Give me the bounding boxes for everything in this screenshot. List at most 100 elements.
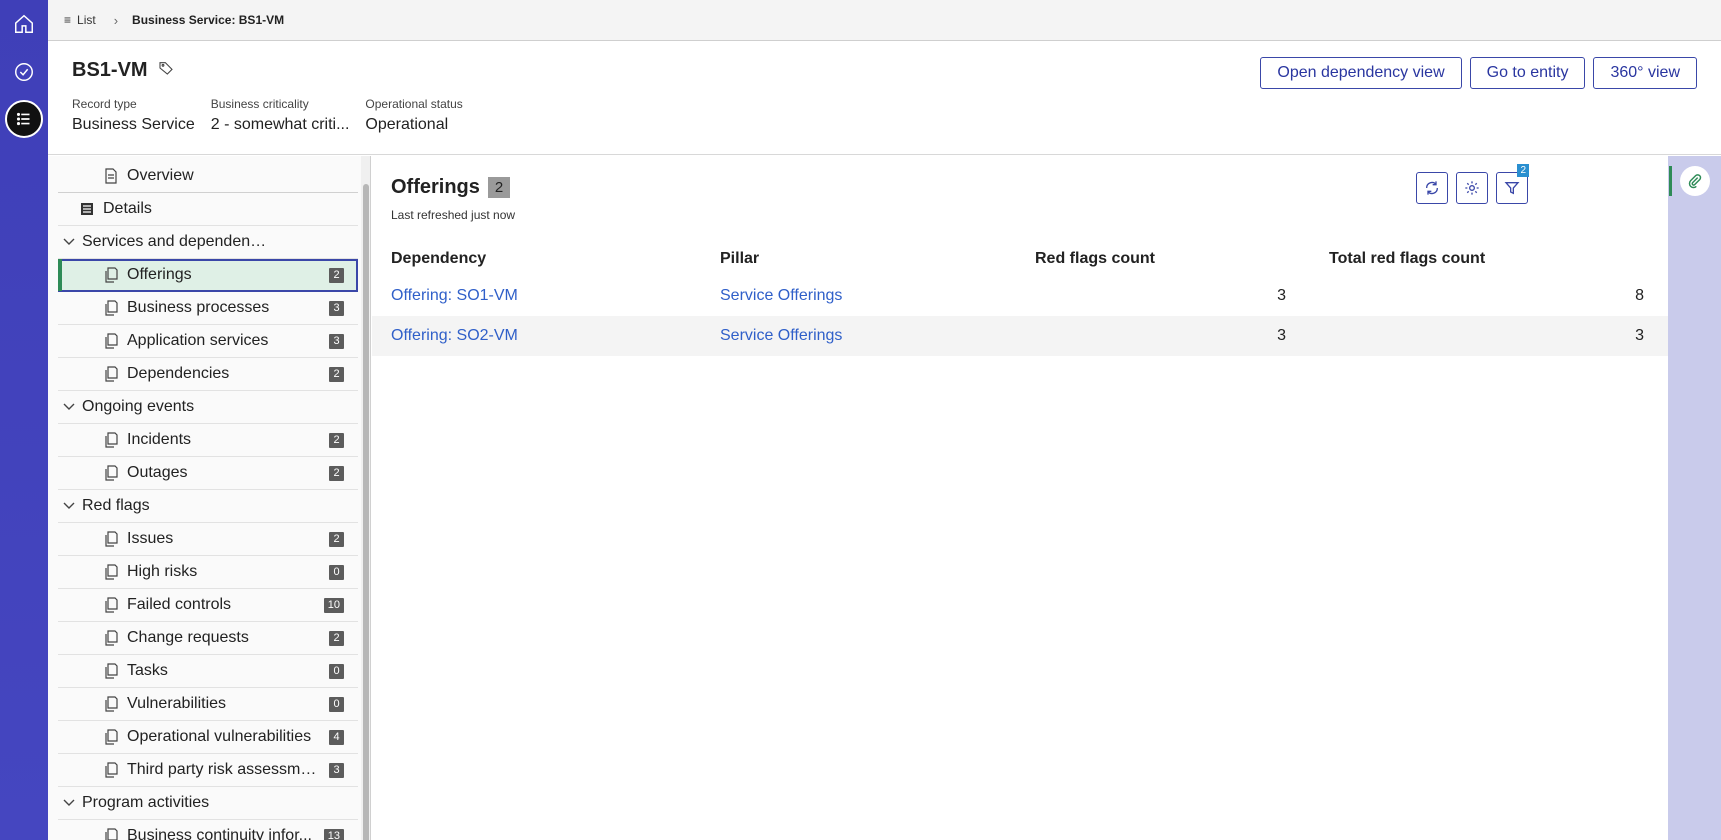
document-icon	[105, 168, 117, 184]
sidebar-item-label: Application services	[127, 332, 269, 349]
count-badge: 3	[329, 763, 344, 778]
check-circle-icon	[15, 63, 33, 81]
count-badge: 0	[329, 697, 344, 712]
refresh-icon	[1425, 181, 1439, 195]
record-fields: Record type Business Service Business cr…	[72, 97, 463, 134]
filter-button[interactable]: 2	[1496, 164, 1529, 204]
last-refreshed-text: Last refreshed just now	[391, 208, 516, 222]
sidebar-item-high-risks[interactable]: High risks 0	[58, 556, 358, 589]
sidebar-item-label: Third party risk assessments	[127, 761, 317, 778]
count-badge: 0	[329, 664, 344, 679]
sidebar-item-label: Tasks	[127, 662, 168, 679]
sidebar-item-details[interactable]: Details	[58, 193, 358, 226]
copy-document-icon	[105, 630, 118, 646]
breadcrumb-current: Business Service: BS1-VM	[132, 13, 285, 27]
sidebar-item-dependencies[interactable]: Dependencies 2	[58, 358, 358, 391]
count-badge: 2	[329, 466, 344, 481]
pillar-link[interactable]: Service Offerings	[720, 327, 842, 344]
sidebar: Overview Details Services and dependenci…	[48, 156, 371, 840]
sidebar-group-program-activities[interactable]: Program activities	[58, 787, 358, 820]
attachments-button[interactable]	[1680, 166, 1710, 196]
copy-document-icon	[105, 828, 118, 840]
sidebar-item-label: Outages	[127, 464, 188, 481]
copy-document-icon	[105, 762, 118, 778]
copy-document-icon	[105, 267, 118, 283]
sidebar-item-outages[interactable]: Outages 2	[58, 457, 358, 490]
field-record-type: Record type Business Service	[72, 97, 195, 133]
sidebar-item-operational-vulnerabilities[interactable]: Operational vulnerabilities 4	[58, 721, 358, 754]
sidebar-group-services-and-dependencies[interactable]: Services and dependencies	[58, 226, 358, 259]
hamburger-icon: ≡	[64, 13, 72, 27]
sidebar-item-vulnerabilities[interactable]: Vulnerabilities 0	[58, 688, 358, 721]
copy-document-icon	[105, 432, 118, 448]
breadcrumb-list-link[interactable]: ≡ List	[64, 13, 96, 27]
chevron-down-icon	[58, 234, 80, 250]
sidebar-item-change-requests[interactable]: Change requests 2	[58, 622, 358, 655]
gear-icon	[1465, 181, 1479, 195]
table-row[interactable]: Offering: SO2-VM Service Offerings 3 3	[372, 316, 1668, 356]
sidebar-item-third-party-risk-assessments[interactable]: Third party risk assessments 3	[58, 754, 358, 787]
list-button[interactable]	[5, 100, 43, 138]
count-badge: 2	[329, 433, 344, 448]
chevron-down-icon	[58, 399, 80, 415]
sidebar-group-ongoing-events[interactable]: Ongoing events	[58, 391, 358, 424]
copy-document-icon	[105, 333, 118, 349]
sidebar-item-failed-controls[interactable]: Failed controls 10	[58, 589, 358, 622]
view-360-button[interactable]: 360° view	[1593, 57, 1697, 89]
sidebar-group-red-flags[interactable]: Red flags	[58, 490, 358, 523]
copy-document-icon	[105, 564, 118, 580]
go-to-entity-button[interactable]: Go to entity	[1469, 57, 1586, 89]
total-red-flags-count-cell: 3	[1635, 327, 1644, 344]
sidebar-item-incidents[interactable]: Incidents 2	[58, 424, 358, 457]
sidebar-item-label: Issues	[127, 530, 174, 547]
home-icon	[15, 14, 33, 33]
copy-document-icon	[105, 663, 118, 679]
sidebar-item-label: Business continuity infor...	[127, 827, 312, 840]
dependency-link[interactable]: Offering: SO1-VM	[391, 287, 518, 304]
sidebar-item-overview[interactable]: Overview	[58, 160, 358, 193]
count-badge: 0	[329, 565, 344, 580]
count-badge: 4	[329, 730, 344, 745]
settings-button[interactable]	[1456, 172, 1488, 204]
refresh-button[interactable]	[1416, 172, 1448, 204]
tag-icon[interactable]	[158, 60, 174, 81]
column-header-pillar[interactable]: Pillar	[701, 242, 1016, 276]
copy-document-icon	[105, 696, 118, 712]
count-badge: 2	[329, 367, 344, 382]
panel-title: Offerings	[391, 176, 480, 198]
copy-document-icon	[105, 597, 118, 613]
sidebar-item-label: Business processes	[127, 299, 270, 316]
sidebar-item-label: Vulnerabilities	[127, 695, 227, 712]
red-flags-count-cell: 3	[1277, 327, 1286, 344]
home-button[interactable]	[5, 5, 43, 43]
sidebar-scrollbar-thumb[interactable]	[363, 184, 369, 840]
sidebar-item-offerings[interactable]: Offerings 2	[58, 259, 358, 292]
table-row[interactable]: Offering: SO1-VM Service Offerings 3 8	[372, 276, 1668, 316]
sidebar-item-label: Change requests	[127, 629, 249, 646]
open-dependency-view-button[interactable]: Open dependency view	[1260, 57, 1462, 89]
breadcrumb: ≡ List › Business Service: BS1-VM	[48, 0, 1721, 41]
tasks-button[interactable]	[5, 53, 43, 91]
sidebar-item-label: Operational vulnerabilities	[127, 728, 312, 745]
main-panel: Offerings 2 Last refreshed just now 2 De…	[372, 156, 1668, 840]
table-header-row: Dependency Pillar Red flags count Total …	[372, 242, 1668, 276]
column-header-dependency[interactable]: Dependency	[372, 242, 701, 276]
sidebar-item-business-processes[interactable]: Business processes 3	[58, 292, 358, 325]
column-header-total-red-flags-count[interactable]: Total red flags count	[1310, 242, 1668, 276]
chevron-down-icon	[58, 795, 80, 811]
sidebar-item-business-continuity-infor[interactable]: Business continuity infor... 13	[58, 820, 358, 840]
sidebar-item-application-services[interactable]: Application services 3	[58, 325, 358, 358]
sidebar-item-tasks[interactable]: Tasks 0	[58, 655, 358, 688]
chevron-right-icon: ›	[113, 12, 119, 28]
column-header-red-flags-count[interactable]: Red flags count	[1016, 242, 1310, 276]
sidebar-nav: Overview Details Services and dependenci…	[58, 160, 358, 840]
count-badge: 10	[323, 598, 344, 613]
pillar-link[interactable]: Service Offerings	[720, 287, 842, 304]
right-side-panel	[1668, 156, 1721, 840]
dependency-link[interactable]: Offering: SO2-VM	[391, 327, 518, 344]
sidebar-item-issues[interactable]: Issues 2	[58, 523, 358, 556]
count-badge: 2	[329, 268, 344, 283]
attachments-active-marker	[1669, 166, 1672, 196]
record-header: BS1-VM Record type Business Service Busi…	[48, 41, 1721, 155]
copy-document-icon	[105, 531, 118, 547]
